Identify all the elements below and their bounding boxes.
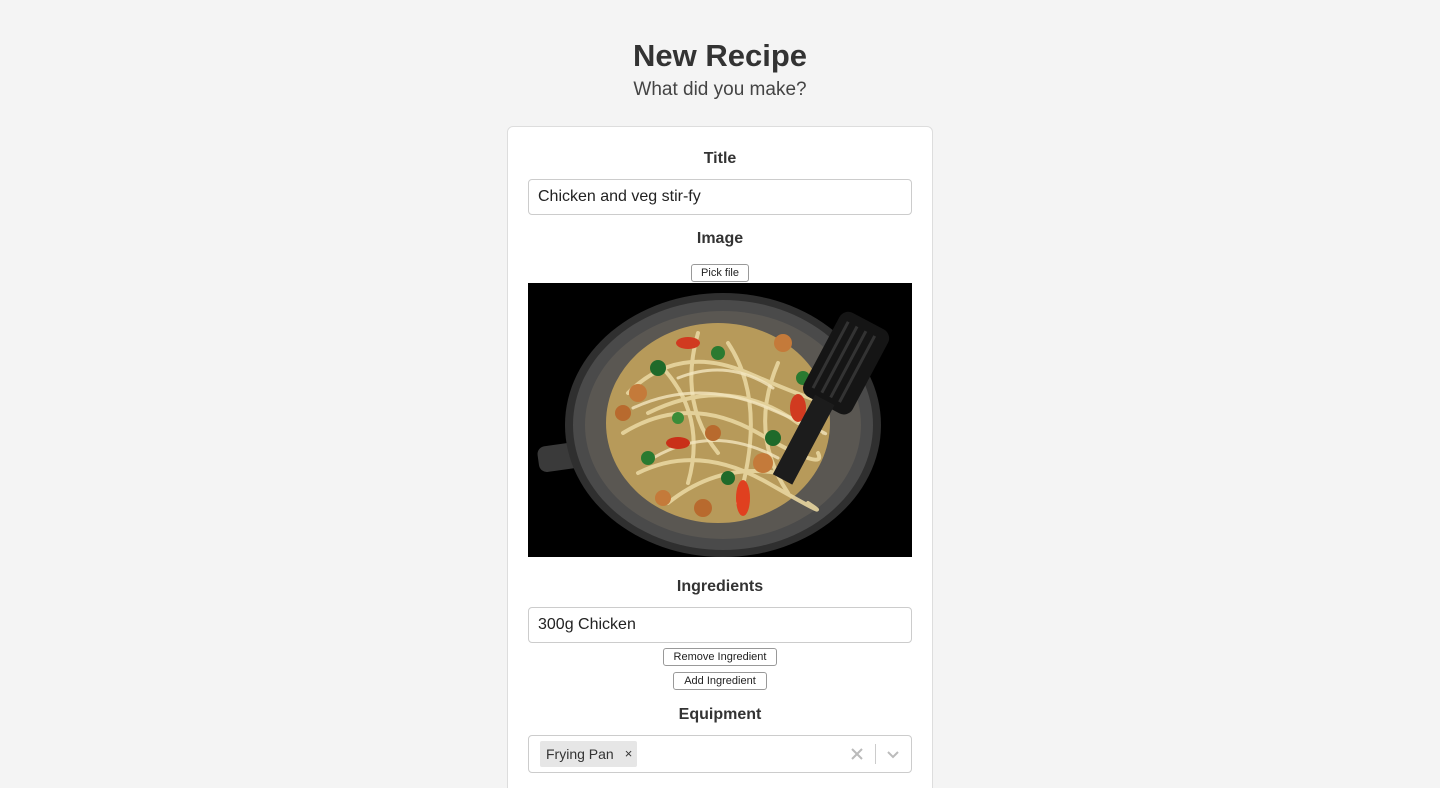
close-icon[interactable]	[847, 744, 867, 764]
stir-fry-photo	[528, 283, 912, 557]
page-title: New Recipe	[632, 38, 807, 73]
page-subtitle: What did you make?	[633, 79, 807, 100]
remove-ingredient-button[interactable]: Remove Ingredient	[663, 648, 777, 666]
equipment-tag-label: Frying Pan	[546, 746, 614, 762]
ingredients-label: Ingredients	[676, 578, 764, 595]
add-ingredient-button[interactable]: Add Ingredient	[673, 672, 767, 690]
indicator-separator	[875, 744, 876, 764]
tag-remove-button[interactable]: ×	[620, 741, 638, 767]
recipe-image	[528, 283, 912, 557]
equipment-label: Equipment	[678, 706, 762, 723]
pick-file-button[interactable]: Pick file	[691, 264, 749, 282]
title-label: Title	[703, 150, 737, 167]
recipe-form-card: Title Image Pick file	[507, 126, 933, 788]
title-input[interactable]	[528, 179, 912, 215]
equipment-select[interactable]: Frying Pan ×	[528, 735, 912, 773]
equipment-tag: Frying Pan ×	[540, 741, 638, 767]
image-label: Image	[696, 230, 744, 247]
chevron-down-icon[interactable]	[883, 744, 903, 764]
ingredient-input[interactable]	[528, 607, 912, 643]
